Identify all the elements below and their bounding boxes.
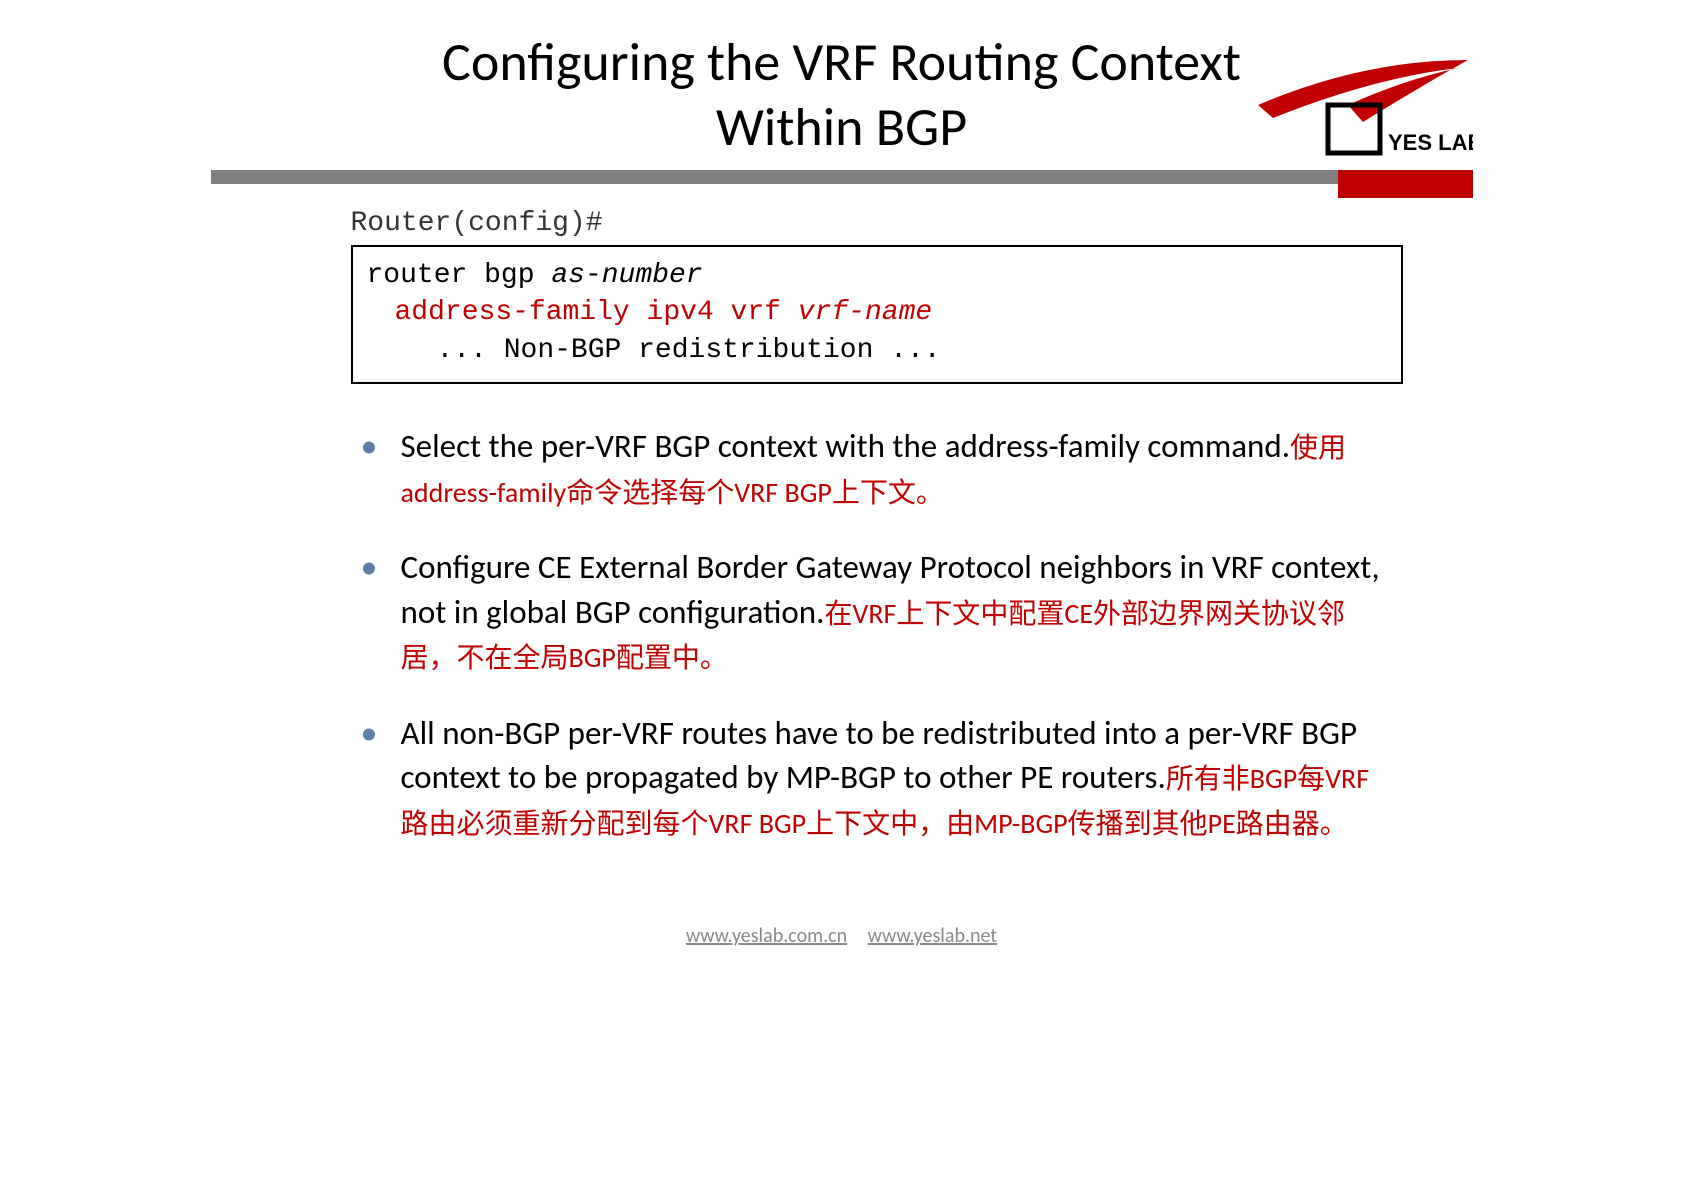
- code-line-2: address-family ipv4 vrf vrf-name: [367, 294, 1387, 332]
- code-arg: as-number: [551, 260, 702, 291]
- divider-red: [1338, 170, 1473, 198]
- footer: www.yeslab.com.cn www.yeslab.net: [211, 924, 1473, 948]
- cli-prompt: Router(config)#: [351, 208, 1473, 239]
- title-line-2: Within BGP: [716, 94, 967, 160]
- bullet-text-en: address-family command.: [945, 426, 1290, 466]
- bullet-text-en: Select the per-VRF BGP context with the: [401, 426, 945, 466]
- footer-link-1[interactable]: www.yeslab.com.cn: [686, 924, 847, 948]
- slide: Configuring the VRF Routing Context With…: [211, 0, 1473, 948]
- code-text: ... Non-BGP redistribution ...: [367, 332, 941, 370]
- code-arg: vrf-name: [798, 297, 932, 328]
- footer-link-2[interactable]: www.yeslab.net: [868, 924, 997, 948]
- bullet-item: Configure CE External Border Gateway Pro…: [361, 545, 1393, 679]
- bullet-list: Select the per-VRF BGP context with the …: [361, 424, 1393, 844]
- bullet-item: All non-BGP per-VRF routes have to be re…: [361, 711, 1393, 845]
- title-line-1: Configuring the VRF Routing Context: [442, 29, 1241, 95]
- code-keyword: router bgp: [367, 260, 552, 291]
- code-line-1: router bgp as-number: [367, 257, 1387, 295]
- code-box: router bgp as-number address-family ipv4…: [351, 245, 1403, 384]
- divider: [211, 170, 1473, 190]
- code-line-3: ... Non-BGP redistribution ...: [367, 332, 1387, 370]
- yeslab-logo: YES LAB: [1253, 50, 1473, 160]
- logo-text: YES LAB: [1388, 130, 1473, 155]
- code-keyword-red: address-family ipv4 vrf: [395, 297, 798, 328]
- divider-gray: [211, 170, 1338, 184]
- bullet-item: Select the per-VRF BGP context with the …: [361, 424, 1393, 513]
